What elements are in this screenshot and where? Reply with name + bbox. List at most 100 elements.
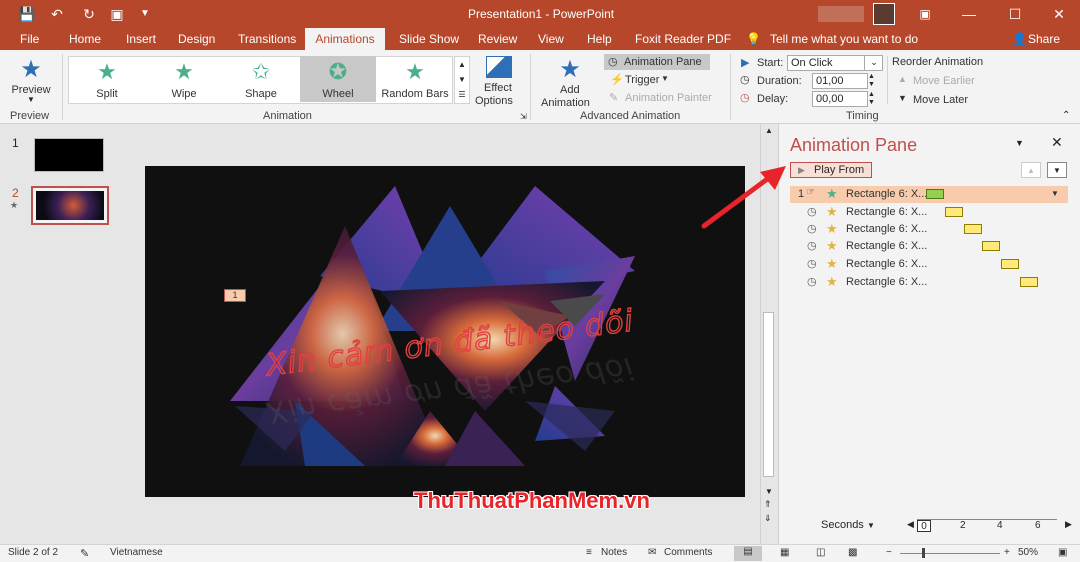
emphasis-star-icon: ★ (826, 256, 838, 271)
slide-show-icon[interactable]: ▩ (848, 547, 857, 558)
language-indicator[interactable]: Vietnamese (110, 547, 163, 558)
collapse-ribbon-icon[interactable]: ⌃ (1062, 110, 1070, 121)
divider (530, 54, 531, 120)
dialog-launcher-icon[interactable]: ⇲ (520, 112, 527, 121)
split-star-icon: ★ (97, 59, 117, 84)
duration-spinner[interactable]: ▲ ▼ (868, 73, 875, 89)
gallery-scroll[interactable]: ▲ ▼ ☰ (454, 56, 470, 104)
tab-file[interactable]: File (20, 32, 39, 46)
reading-view-icon[interactable]: ◫ (816, 547, 825, 558)
comments-button[interactable]: Comments (664, 547, 712, 558)
minimize-icon[interactable]: — (946, 0, 992, 28)
title-bar: 💾 ↶ ↻ ▣ ▼ Presentation1 - PowerPoint ▣ —… (0, 0, 1080, 28)
ribbon-display-icon[interactable]: ▣ (902, 0, 948, 28)
wipe-star-icon: ★ (174, 59, 194, 84)
animation-item-2[interactable]: ◷ ★ Rectangle 6: X... (790, 204, 1068, 221)
animation-item-4[interactable]: ◷ ★ Rectangle 6: X... (790, 238, 1068, 255)
seconds-dropdown-icon: ▼ (867, 521, 875, 530)
delay-spinner[interactable]: ▲ ▼ (868, 91, 875, 107)
slide-thumbnail-2[interactable] (31, 186, 109, 225)
fit-slide-icon[interactable]: ▣ (1058, 547, 1067, 558)
move-up-button[interactable]: ▲ (1021, 162, 1041, 178)
delay-input[interactable]: 00,00 (812, 91, 868, 107)
ruler-tick[interactable]: 0 (917, 520, 931, 532)
seconds-dropdown[interactable]: Seconds (821, 519, 864, 531)
tab-slide-show[interactable]: Slide Show (399, 32, 459, 46)
tab-home[interactable]: Home (69, 32, 101, 46)
emphasis-star-icon: ★ (826, 221, 838, 236)
zoom-slider-thumb[interactable] (922, 548, 925, 558)
effect-wipe[interactable]: ★ Wipe (146, 56, 222, 102)
start-dropdown-icon[interactable]: ⌄ (864, 55, 883, 71)
tab-insert[interactable]: Insert (126, 32, 156, 46)
move-earlier-button[interactable]: Move Earlier (913, 75, 975, 87)
duration-label: Duration: (757, 75, 802, 87)
animation-star-icon: ★ (10, 200, 19, 210)
avatar[interactable] (873, 3, 895, 25)
effect-shape[interactable]: ✩ Shape (223, 56, 299, 102)
preview-button[interactable]: ★ Preview ▼ (8, 54, 54, 104)
play-from-button[interactable]: ▶ Play From (790, 162, 872, 178)
zoom-in-icon[interactable]: + (1004, 547, 1010, 558)
animation-item-3[interactable]: ◷ ★ Rectangle 6: X... (790, 221, 1068, 238)
animation-pane: Animation Pane ▼ ✕ ▶ Play From ▲ ▼ 1 ☞ ★… (778, 124, 1080, 544)
redo-icon[interactable]: ↻ (80, 5, 98, 23)
move-down-button[interactable]: ▼ (1047, 162, 1067, 178)
close-icon[interactable]: ✕ (1036, 0, 1080, 28)
tab-transitions[interactable]: Transitions (238, 32, 296, 46)
spelling-icon[interactable]: ✎ (80, 547, 89, 560)
animation-tag[interactable]: 1 (224, 289, 246, 302)
move-later-button[interactable]: Move Later (913, 94, 968, 106)
animation-item-1[interactable]: 1 ☞ ★ Rectangle 6: X... ▼ (790, 186, 1068, 203)
zoom-out-icon[interactable]: − (886, 547, 892, 558)
slide-canvas[interactable]: Xin cảm ơn đã theo dõi Xin cảm ơn đã the… (145, 166, 745, 497)
zoom-level[interactable]: 50% (1018, 547, 1038, 558)
tell-me-search[interactable]: Tell me what you want to do (770, 32, 918, 46)
trigger-button[interactable]: Trigger (625, 74, 659, 86)
effect-wheel[interactable]: ✪ Wheel (300, 56, 376, 102)
previous-slide-icon[interactable]: ⇑ (764, 500, 772, 509)
effect-split[interactable]: ★ Split (69, 56, 145, 102)
item-dropdown-icon[interactable]: ▼ (1051, 189, 1059, 198)
tab-review[interactable]: Review (478, 32, 517, 46)
presenter-icon[interactable]: ▣ (108, 5, 126, 23)
zoom-slider[interactable] (900, 553, 1000, 554)
save-icon[interactable]: 💾 (18, 5, 36, 23)
customize-qat-icon[interactable]: ▼ (136, 5, 154, 23)
scroll-down-icon[interactable]: ▼ (765, 487, 773, 496)
scroll-up-icon[interactable]: ▲ (765, 126, 773, 135)
slide-thumbnail-1[interactable] (34, 138, 104, 172)
animation-pane-button[interactable]: ◷ Animation Pane (604, 54, 710, 70)
timeline-bar[interactable] (1020, 277, 1038, 287)
next-slide-icon[interactable]: ⇓ (764, 514, 772, 523)
tab-foxit[interactable]: Foxit Reader PDF (635, 32, 731, 46)
add-animation-button[interactable]: ★ Add Animation (538, 54, 602, 110)
pane-close-icon[interactable]: ✕ (1051, 134, 1063, 151)
undo-icon[interactable]: ↶ (48, 5, 66, 23)
normal-view-icon[interactable]: ▤ (734, 546, 762, 561)
timeline-bar[interactable] (1001, 259, 1019, 269)
timeline-scroll-right-icon[interactable]: ▶ (1065, 519, 1072, 530)
pane-options-icon[interactable]: ▼ (1015, 138, 1024, 148)
slide-sorter-icon[interactable]: ▦ (780, 547, 789, 558)
timeline-bar[interactable] (926, 189, 944, 199)
animation-item-6[interactable]: ◷ ★ Rectangle 6: X... (790, 274, 1068, 291)
tab-design[interactable]: Design (178, 32, 215, 46)
scroll-thumb[interactable] (763, 312, 774, 477)
tab-help[interactable]: Help (587, 32, 612, 46)
tab-animations[interactable]: Animations (305, 28, 385, 50)
tab-view[interactable]: View (538, 32, 564, 46)
notes-button[interactable]: Notes (601, 547, 627, 558)
timeline-bar[interactable] (982, 241, 1000, 251)
timeline-scroll-left-icon[interactable]: ◀ (907, 519, 914, 530)
effect-options-button[interactable]: Effect Options (475, 54, 522, 108)
timeline-bar[interactable] (964, 224, 982, 234)
animation-item-5[interactable]: ◷ ★ Rectangle 6: X... (790, 256, 1068, 273)
slide-number: 2 (12, 186, 19, 200)
duration-input[interactable]: 01,00 (812, 73, 868, 89)
timeline-bar[interactable] (945, 207, 963, 217)
maximize-icon[interactable]: ☐ (992, 0, 1038, 28)
animation-painter-button[interactable]: Animation Painter (625, 92, 712, 104)
share-button[interactable]: Share (1028, 32, 1060, 46)
effect-random-bars[interactable]: ★ Random Bars (377, 56, 453, 102)
